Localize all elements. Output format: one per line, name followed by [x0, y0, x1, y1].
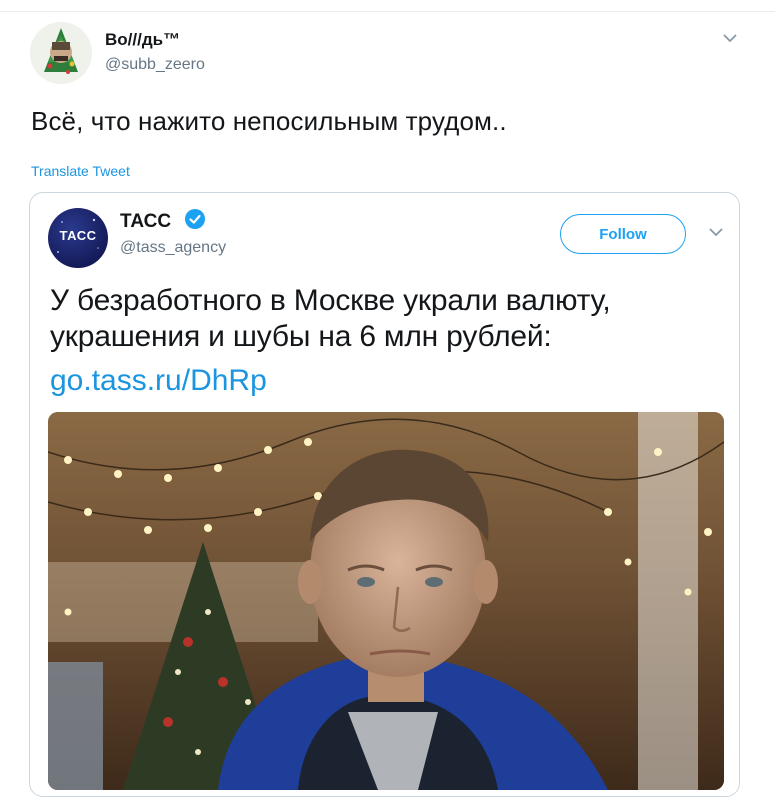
tweet-text: Всё, что нажито непосильным трудом.. [31, 106, 507, 136]
chevron-down-icon[interactable] [720, 30, 740, 46]
quoted-author-handle[interactable]: @tass_agency [120, 239, 226, 257]
tweet-photo[interactable] [48, 412, 724, 790]
quoted-tweet-text: У безработного в Москве украли валюту, у… [50, 284, 611, 353]
author-avatar[interactable] [30, 22, 92, 84]
translate-tweet-link[interactable]: Translate Tweet [31, 163, 130, 179]
quoted-author-name[interactable]: ТАСС [120, 211, 171, 233]
quoted-tweet-card[interactable]: ТАСС ТАСС @tass_agency Follow У безработ… [29, 192, 740, 797]
top-divider [0, 11, 775, 12]
quoted-tweet-link[interactable]: go.tass.ru/DhRp [50, 363, 267, 399]
tass-avatar[interactable]: ТАСС [48, 208, 108, 268]
author-name[interactable]: Во///дь™ [105, 30, 180, 50]
tass-avatar-text: ТАСС [59, 228, 97, 243]
chevron-down-icon[interactable] [707, 225, 725, 239]
author-handle[interactable]: @subb_zeero [105, 56, 205, 74]
follow-button[interactable]: Follow [560, 214, 686, 254]
verified-badge-icon [185, 209, 205, 229]
